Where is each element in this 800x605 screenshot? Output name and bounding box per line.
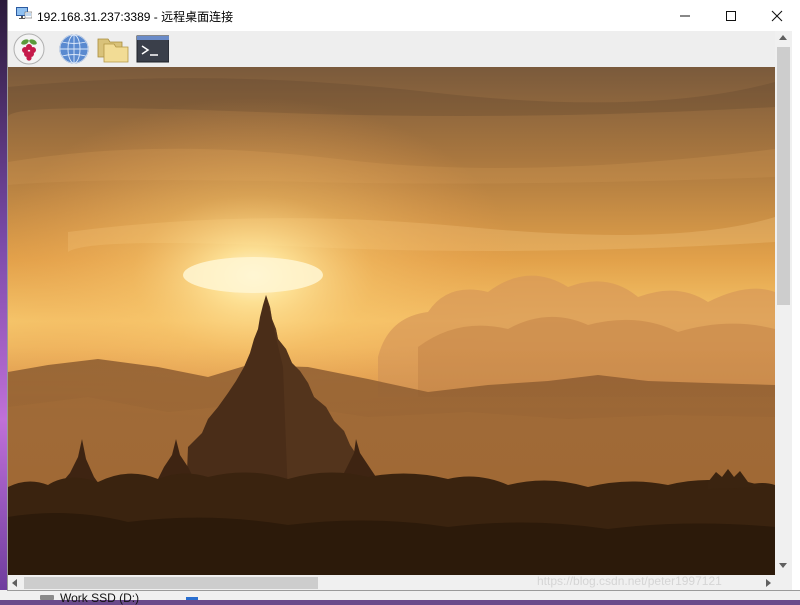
desktop-wallpaper <box>8 67 775 575</box>
remote-desktop-window: 192.168.31.237:3389 - 远程桌面连接 <box>8 0 800 590</box>
maximize-button[interactable] <box>708 0 754 31</box>
remote-desktop-viewport[interactable] <box>8 67 775 575</box>
minimize-button[interactable] <box>662 0 708 31</box>
title-bar[interactable]: 192.168.31.237:3389 - 远程桌面连接 <box>8 0 800 31</box>
watermark: https://blog.csdn.net/peter1997121 <box>537 574 722 588</box>
minimize-icon <box>680 15 690 16</box>
scroll-up-icon[interactable] <box>779 35 787 40</box>
file-manager-icon[interactable] <box>96 33 130 65</box>
scroll-down-icon[interactable] <box>779 563 787 568</box>
raspberry-pi-icon[interactable] <box>12 33 46 65</box>
window-title: 192.168.31.237:3389 - 远程桌面连接 <box>37 10 234 24</box>
drive-icon <box>40 595 54 600</box>
close-button[interactable] <box>754 0 800 31</box>
terminal-icon[interactable] <box>135 33 169 65</box>
host-desktop-edge <box>0 0 8 600</box>
remote-desktop-app-icon <box>16 7 32 19</box>
vertical-scroll-thumb[interactable] <box>777 47 790 305</box>
drive-label[interactable]: Work SSD (D:) <box>60 591 139 605</box>
scroll-right-icon[interactable] <box>766 579 771 587</box>
host-explorer-strip: Work SSD (D:) <box>0 590 800 605</box>
web-browser-icon[interactable] <box>57 33 91 65</box>
vertical-scrollbar[interactable] <box>775 31 792 575</box>
scrollbar-corner <box>775 575 792 590</box>
horizontal-scroll-thumb[interactable] <box>24 577 318 589</box>
remote-panel-toolbar <box>8 31 776 68</box>
scroll-left-icon[interactable] <box>12 579 17 587</box>
maximize-icon <box>726 10 736 21</box>
close-icon <box>771 10 783 21</box>
